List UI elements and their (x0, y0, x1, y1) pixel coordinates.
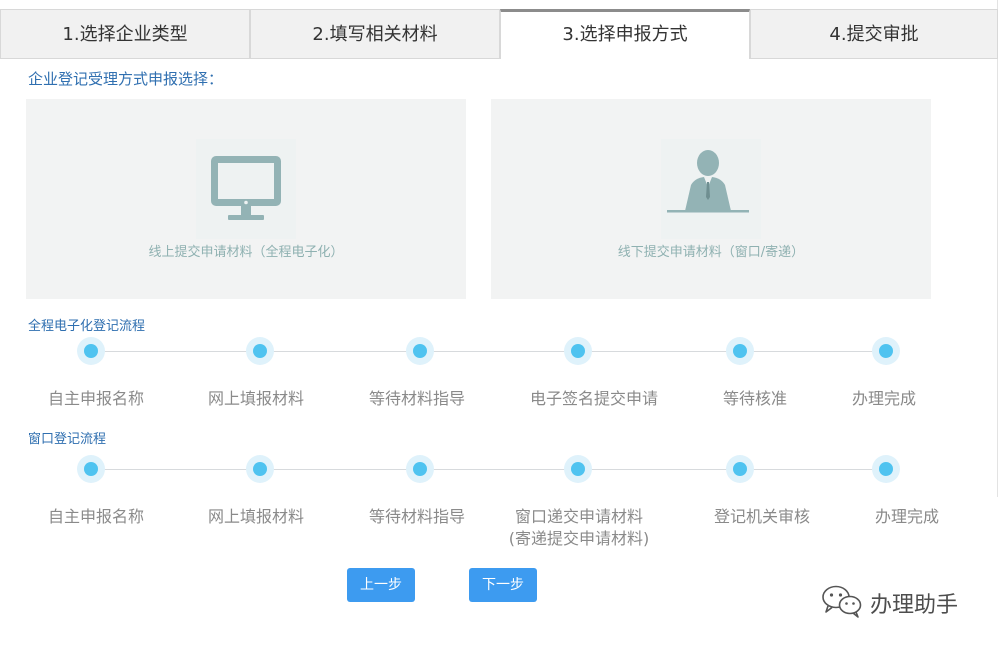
electronic-step-4-label: 电子签名提交申请 (529, 389, 658, 408)
electronic-step-1-label: 自主申报名称 (47, 389, 144, 408)
window-step-5-dot (726, 455, 754, 483)
tab-fill-materials[interactable]: 2.填写相关材料 (250, 9, 500, 59)
electronic-step-3-dot (406, 337, 434, 365)
electronic-step-1-dot (77, 337, 105, 365)
step-tabs: 1.选择企业类型 2.填写相关材料 3.选择申报方式 4.提交审批 (0, 9, 998, 59)
window-step-3-dot (406, 455, 434, 483)
window-step-1-label: 自主申报名称 (47, 507, 144, 526)
electronic-flow-line (91, 351, 886, 352)
electronic-step-5-dot (726, 337, 754, 365)
electronic-step-4-dot (564, 337, 592, 365)
tab-submit-approval[interactable]: 4.提交审批 (750, 9, 998, 59)
electronic-step-6-dot (872, 337, 900, 365)
window-flow-title: 窗口登记流程 (28, 432, 107, 447)
electronic-step-6-label: 办理完成 (851, 389, 916, 408)
window-step-5-label: 登记机关审核 (713, 507, 810, 526)
watermark-text: 办理助手 (870, 593, 959, 618)
wechat-icon (820, 583, 864, 623)
window-step-4-note: (寄递提交申请材料) (508, 529, 650, 548)
window-step-4-label: 窗口递交申请材料 (514, 507, 643, 526)
electronic-step-5-label: 等待核准 (722, 389, 787, 408)
window-step-2-label: 网上填报材料 (207, 507, 304, 526)
next-step-button[interactable]: 下一步 (469, 568, 537, 602)
watermark: 办理助手 (820, 585, 958, 621)
offline-submission-option[interactable]: 线下提交申请材料（窗口/寄递） (491, 99, 931, 299)
window-step-4-dot (564, 455, 592, 483)
window-step-2-dot (246, 455, 274, 483)
monitor-icon (196, 139, 296, 239)
electronic-step-2-dot (246, 337, 274, 365)
clerk-at-desk-icon (661, 139, 761, 239)
window-step-6-label: 办理完成 (874, 507, 939, 526)
window-step-3-label: 等待材料指导 (368, 507, 465, 526)
electronic-flow-title: 全程电子化登记流程 (28, 319, 146, 334)
electronic-step-3-label: 等待材料指导 (368, 389, 465, 408)
tab-select-company-type[interactable]: 1.选择企业类型 (0, 9, 250, 59)
window-step-6-dot (872, 455, 900, 483)
offline-option-label: 线下提交申请材料（窗口/寄递） (617, 245, 805, 260)
tab-select-submission-method[interactable]: 3.选择申报方式 (500, 9, 750, 59)
window-step-1-dot (77, 455, 105, 483)
section-title: 企业登记受理方式申报选择： (28, 70, 224, 88)
window-flow-line (91, 469, 886, 470)
online-option-label: 线上提交申请材料（全程电子化） (148, 245, 344, 260)
prev-step-button[interactable]: 上一步 (347, 568, 415, 602)
online-submission-option[interactable]: 线上提交申请材料（全程电子化） (26, 99, 466, 299)
electronic-step-2-label: 网上填报材料 (207, 389, 304, 408)
